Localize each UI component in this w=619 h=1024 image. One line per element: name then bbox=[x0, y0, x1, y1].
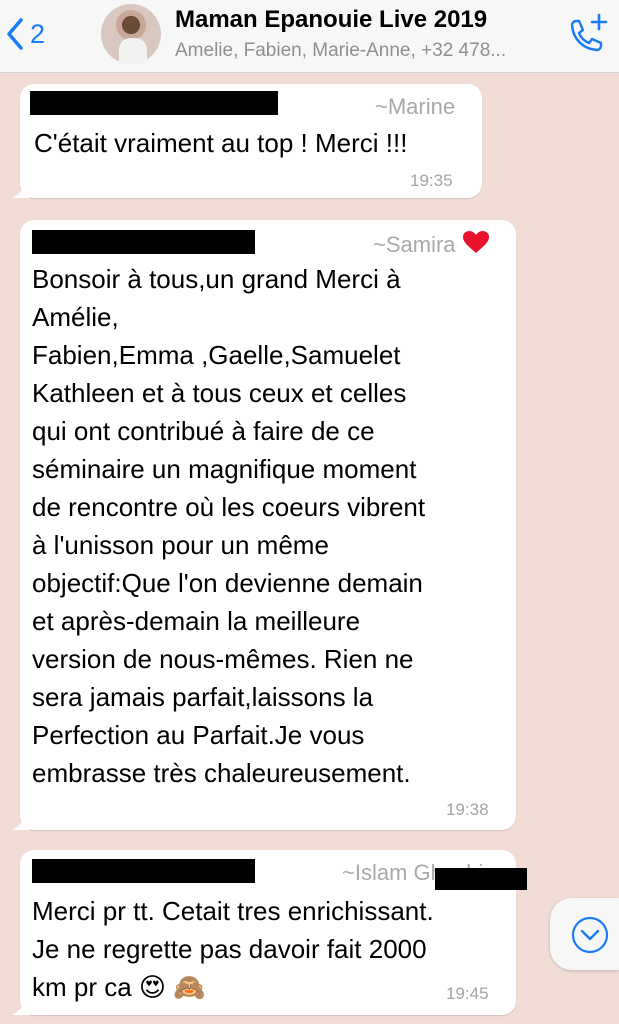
message-time: 19:35 bbox=[410, 171, 453, 190]
message-text: C'était vraiment au top ! Merci !!! bbox=[34, 128, 408, 158]
back-button[interactable]: 2 bbox=[6, 14, 45, 54]
chat-header: 2 Maman Epanouie Live 2019 Amelie, Fabie… bbox=[0, 0, 619, 73]
message-bubble[interactable]: ~Marine C'était vraiment au top ! Merci … bbox=[12, 84, 482, 198]
unread-count: 2 bbox=[30, 18, 46, 49]
phone-add-icon bbox=[570, 13, 608, 52]
group-avatar[interactable] bbox=[101, 4, 161, 64]
message-time: 19:45 bbox=[446, 984, 489, 1003]
bubble-tail bbox=[12, 182, 30, 198]
message-text: Merci pr tt. Cetait tres enrichissant. J… bbox=[32, 896, 434, 1002]
bubble-tail bbox=[12, 999, 30, 1015]
redacted-phone bbox=[30, 91, 278, 115]
add-call-button[interactable] bbox=[563, 12, 609, 58]
scroll-to-bottom-button[interactable] bbox=[550, 898, 619, 970]
sender-name-text: ~Samira bbox=[373, 232, 456, 257]
redacted-phone bbox=[32, 859, 255, 883]
heart-icon bbox=[462, 231, 489, 253]
message-bubble[interactable]: ~Islam Ghachi Merci pr tt. Cetait tres e… bbox=[12, 850, 527, 1015]
chat-participants[interactable]: Amelie, Fabien, Marie-Anne, +32 478... bbox=[175, 40, 560, 62]
redacted-phone bbox=[32, 230, 255, 254]
redacted-name bbox=[435, 868, 527, 890]
chevron-left-icon bbox=[7, 18, 23, 50]
chat-title[interactable]: Maman Epanouie Live 2019 bbox=[175, 6, 487, 34]
sender-name: ~Samira bbox=[373, 230, 490, 258]
sender-name: ~Marine bbox=[375, 94, 456, 119]
message-bubble[interactable]: ~Samira Bonsoir à tous,un grand Merci à … bbox=[12, 220, 516, 830]
message-time: 19:38 bbox=[446, 800, 489, 819]
chevron-down-circle-icon bbox=[571, 916, 609, 954]
message-text: Bonsoir à tous,un grand Merci à Amélie, … bbox=[32, 264, 426, 788]
bubble-tail bbox=[12, 814, 30, 830]
